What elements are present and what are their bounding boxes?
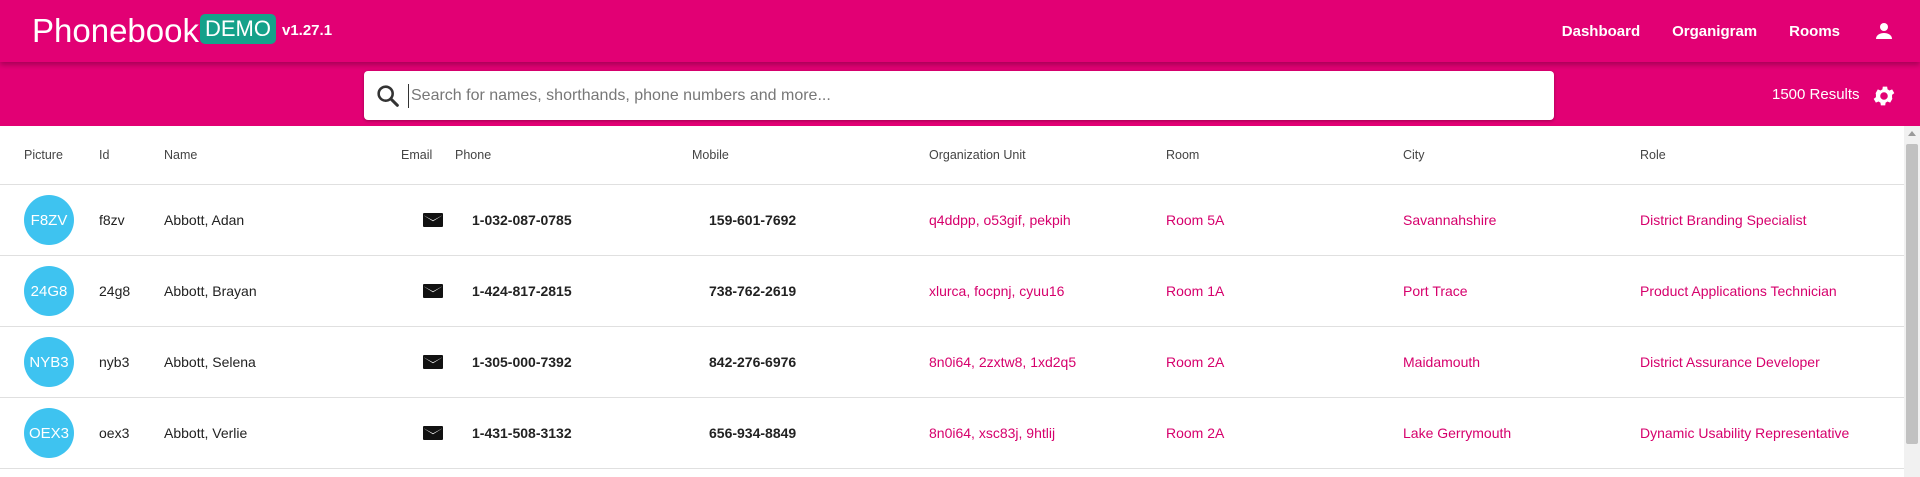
results-count: 1500 Results (1772, 86, 1860, 103)
cell-phone[interactable]: 1-431-508-3132 (455, 397, 692, 469)
role-link[interactable]: Dynamic Usability Representative (1640, 425, 1849, 441)
table-row[interactable]: OEX3 oex3 Abbott, Verlie 1-431-508-3132 … (0, 397, 1904, 469)
nav-dashboard[interactable]: Dashboard (1562, 23, 1640, 40)
table-row[interactable]: 24G8 24g8 Abbott, Brayan 1-424-817-2815 … (0, 255, 1904, 327)
table-row[interactable]: F8ZV f8zv Abbott, Adan 1-032-087-0785 15… (0, 184, 1904, 256)
app-header: Phonebook DEMO v1.27.1 Dashboard Organig… (0, 0, 1920, 126)
cell-name: Abbott, Brayan (164, 255, 401, 327)
column-header-role[interactable]: Role (1640, 126, 1904, 185)
org-unit-link[interactable]: xsc83j (979, 425, 1019, 441)
room-link[interactable]: Room 1A (1166, 283, 1224, 299)
room-link[interactable]: Room 5A (1166, 212, 1224, 228)
results-table: Picture Id Name Email Phone Mobile Organ… (0, 126, 1904, 469)
avatar[interactable]: F8ZV (24, 195, 74, 245)
org-unit-link[interactable]: cyuu16 (1019, 283, 1064, 299)
avatar[interactable]: OEX3 (24, 408, 74, 458)
city-link[interactable]: Lake Gerrymouth (1403, 425, 1511, 441)
nav-rooms[interactable]: Rooms (1789, 23, 1840, 40)
vertical-scrollbar[interactable] (1904, 126, 1920, 477)
results-table-container: Picture Id Name Email Phone Mobile Organ… (0, 126, 1904, 477)
org-unit-link[interactable]: focpnj (974, 283, 1011, 299)
cell-mobile[interactable]: 738-762-2619 (692, 255, 929, 327)
search-icon (377, 84, 399, 107)
search-input[interactable] (408, 83, 1533, 108)
scroll-up-arrow-icon[interactable] (1908, 131, 1916, 136)
version-label: v1.27.1 (281, 22, 333, 39)
demo-badge: DEMO (199, 14, 276, 44)
cell-phone[interactable]: 1-305-000-7392 (455, 326, 692, 398)
cell-org-units: xlurca, focpnj, cyuu16 (929, 255, 1166, 327)
cell-phone[interactable]: 1-032-087-0785 (455, 184, 692, 256)
column-header-email[interactable]: Email (401, 126, 455, 185)
cell-id: oex3 (99, 397, 164, 469)
table-row[interactable]: NYB3 nyb3 Abbott, Selena 1-305-000-7392 … (0, 326, 1904, 398)
room-link[interactable]: Room 2A (1166, 354, 1224, 370)
nav-organigram[interactable]: Organigram (1672, 23, 1757, 40)
cell-org-units: 8n0i64, xsc83j, 9htlij (929, 397, 1166, 469)
role-link[interactable]: District Branding Specialist (1640, 212, 1807, 228)
cell-name: Abbott, Verlie (164, 397, 401, 469)
org-unit-link[interactable]: 2zxtw8 (979, 354, 1023, 370)
cell-name: Abbott, Selena (164, 326, 401, 398)
column-header-mobile[interactable]: Mobile (692, 126, 929, 185)
org-unit-link[interactable]: q4ddpp (929, 212, 976, 228)
city-link[interactable]: Port Trace (1403, 283, 1468, 299)
gear-icon[interactable] (1871, 83, 1897, 109)
org-unit-link[interactable]: 8n0i64 (929, 354, 971, 370)
column-header-room[interactable]: Room (1166, 126, 1403, 185)
room-link[interactable]: Room 2A (1166, 425, 1224, 441)
city-link[interactable]: Savannahshire (1403, 212, 1496, 228)
org-unit-link[interactable]: xlurca (929, 283, 966, 299)
main-nav: Dashboard Organigram Rooms (1562, 0, 1920, 62)
column-header-id[interactable]: Id (99, 126, 164, 185)
table-header-row: Picture Id Name Email Phone Mobile Organ… (0, 126, 1904, 185)
cell-mobile[interactable]: 842-276-6976 (692, 326, 929, 398)
org-unit-link[interactable]: pekpih (1029, 212, 1070, 228)
account-icon[interactable] (1872, 19, 1896, 43)
org-unit-link[interactable]: o53gif (984, 212, 1022, 228)
org-unit-link[interactable]: 8n0i64 (929, 425, 971, 441)
brand[interactable]: Phonebook DEMO v1.27.1 (32, 12, 332, 50)
avatar[interactable]: NYB3 (24, 337, 74, 387)
cell-phone[interactable]: 1-424-817-2815 (455, 255, 692, 327)
role-link[interactable]: District Assurance Developer (1640, 354, 1820, 370)
role-link[interactable]: Product Applications Technician (1640, 283, 1837, 299)
avatar[interactable]: 24G8 (24, 266, 74, 316)
cell-name: Abbott, Adan (164, 184, 401, 256)
cell-id: 24g8 (99, 255, 164, 327)
cell-id: f8zv (99, 184, 164, 256)
mail-icon[interactable] (421, 279, 445, 303)
column-header-name[interactable]: Name (164, 126, 401, 185)
cell-org-units: q4ddpp, o53gif, pekpih (929, 184, 1166, 256)
org-unit-link[interactable]: 9htlij (1026, 425, 1055, 441)
mail-icon[interactable] (421, 421, 445, 445)
org-unit-link[interactable]: 1xd2q5 (1030, 354, 1076, 370)
scrollbar-thumb[interactable] (1906, 144, 1918, 444)
top-bar: Phonebook DEMO v1.27.1 Dashboard Organig… (0, 0, 1920, 62)
cell-org-units: 8n0i64, 2zxtw8, 1xd2q5 (929, 326, 1166, 398)
cell-mobile[interactable]: 656-934-8849 (692, 397, 929, 469)
mail-icon[interactable] (421, 208, 445, 232)
mail-icon[interactable] (421, 350, 445, 374)
cell-mobile[interactable]: 159-601-7692 (692, 184, 929, 256)
cell-id: nyb3 (99, 326, 164, 398)
search-box[interactable] (364, 71, 1554, 120)
app-title[interactable]: Phonebook (32, 12, 199, 50)
column-header-phone[interactable]: Phone (455, 126, 692, 185)
city-link[interactable]: Maidamouth (1403, 354, 1480, 370)
column-header-organization-unit[interactable]: Organization Unit (929, 126, 1166, 185)
column-header-city[interactable]: City (1403, 126, 1640, 185)
column-header-picture[interactable]: Picture (0, 126, 99, 185)
